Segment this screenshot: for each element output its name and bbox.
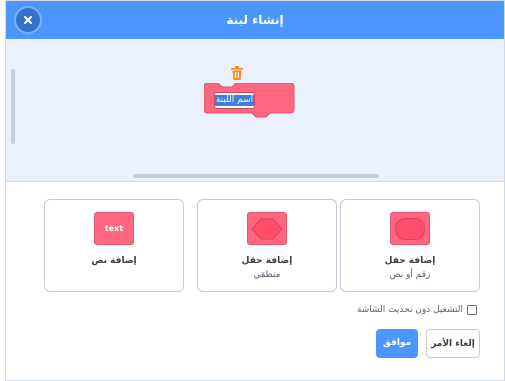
text-icon-label: text [104, 224, 124, 233]
text-label-icon: text [94, 212, 134, 245]
option-label: إضافة حقل [241, 256, 293, 266]
block-preview-area: اسم اللبنة [6, 39, 504, 182]
add-boolean-input-option[interactable]: إضافة حقل منطقي [197, 199, 337, 292]
option-label: إضافة نص [91, 256, 137, 266]
run-without-refresh-row: التشغيل دون تحديث الشاشة [357, 305, 477, 315]
add-label-text-option[interactable]: text إضافة نص [44, 199, 184, 292]
add-number-text-input-option[interactable]: إضافة حقل رقم أو نص [340, 199, 480, 292]
block-name-text: اسم اللبنة [214, 95, 255, 106]
make-block-dialog: إنشاء لبنة اسم اللبنة إضافة حقل رقم أو ن… [5, 0, 505, 381]
option-label: إضافة حقل [384, 256, 436, 266]
option-sublabel: منطقي [253, 270, 281, 280]
run-without-refresh-label: التشغيل دون تحديث الشاشة [356, 305, 463, 315]
dialog-title: إنشاء لبنة [226, 13, 284, 27]
vertical-scrollbar[interactable] [11, 69, 15, 144]
ok-button[interactable]: موافق [376, 329, 418, 358]
option-sublabel: رقم أو نص [389, 270, 431, 280]
trash-icon[interactable] [230, 65, 244, 81]
cancel-button[interactable]: إلغاء الأمر [426, 329, 480, 358]
dialog-header: إنشاء لبنة [6, 1, 504, 39]
boolean-input-icon [247, 212, 287, 245]
run-without-refresh-checkbox[interactable] [467, 305, 477, 315]
horizontal-scrollbar[interactable] [133, 174, 379, 178]
round-input-icon [390, 212, 430, 245]
block-name-input[interactable]: اسم اللبنة [214, 92, 255, 109]
